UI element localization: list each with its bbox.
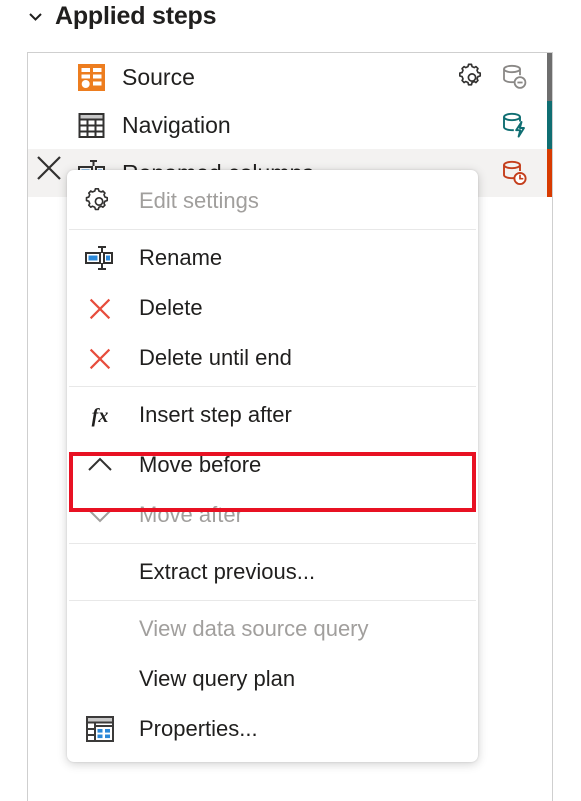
menu-item-label: Rename: [139, 245, 223, 270]
step-row-navigation[interactable]: Navigation: [28, 101, 552, 149]
svg-text:fx: fx: [92, 405, 109, 427]
database-minus-icon: [499, 62, 529, 92]
fx-icon: fx: [83, 398, 117, 432]
menu-separator: [69, 386, 476, 387]
menu-item-label: Properties...: [139, 716, 258, 741]
step-row-source[interactable]: Source: [28, 53, 552, 101]
menu-item-label: Extract previous...: [139, 559, 316, 584]
menu-item-move-before[interactable]: Move before: [67, 440, 478, 490]
menu-item-view-data-source-query[interactable]: View data source query: [67, 604, 478, 654]
menu-item-insert-step-after[interactable]: fx Insert step after: [67, 390, 478, 440]
chevron-down-icon[interactable]: [27, 8, 44, 25]
step-context-menu: Edit settings Rename Delete Delete until…: [67, 170, 478, 762]
menu-separator: [69, 229, 476, 230]
gear-icon[interactable]: [457, 62, 487, 92]
database-lightning-icon: [499, 110, 529, 140]
properties-icon: [83, 712, 117, 746]
menu-item-delete-until-end[interactable]: Delete until end: [67, 333, 478, 383]
menu-item-delete[interactable]: Delete: [67, 283, 478, 333]
menu-item-label: Delete until end: [139, 345, 292, 370]
no-icon: [83, 555, 117, 589]
menu-item-properties[interactable]: Properties...: [67, 704, 478, 754]
menu-item-label: Move after: [139, 502, 243, 527]
source-orange-icon: [76, 62, 107, 93]
menu-item-edit-settings[interactable]: Edit settings: [67, 176, 478, 226]
menu-item-view-query-plan[interactable]: View query plan: [67, 654, 478, 704]
applied-steps-section-header[interactable]: Applied steps: [27, 2, 217, 30]
page-title: Applied steps: [55, 2, 217, 30]
database-clock-icon: [499, 158, 529, 188]
no-icon: [83, 612, 117, 646]
chevron-down-icon: [83, 498, 117, 532]
step-row-actions: [457, 53, 552, 101]
menu-item-label: Move before: [139, 452, 262, 477]
menu-item-extract-previous[interactable]: Extract previous...: [67, 547, 478, 597]
menu-item-label: View data source query: [139, 616, 369, 641]
step-row-actions: [499, 149, 552, 197]
step-status-bar: [547, 149, 552, 197]
menu-item-label: Insert step after: [139, 402, 292, 427]
menu-separator: [69, 543, 476, 544]
table-grid-icon: [76, 110, 107, 141]
step-label: Source: [122, 63, 195, 90]
red-x-icon: [83, 291, 117, 325]
no-icon: [83, 662, 117, 696]
gear-icon: [83, 184, 117, 218]
menu-item-label: Edit settings: [139, 188, 259, 213]
menu-separator: [69, 600, 476, 601]
step-row-actions: [499, 101, 552, 149]
menu-item-rename[interactable]: Rename: [67, 233, 478, 283]
rename-icon: [83, 241, 117, 275]
close-x-icon[interactable]: [35, 154, 63, 182]
menu-item-move-after[interactable]: Move after: [67, 490, 478, 540]
red-x-icon: [83, 341, 117, 375]
step-status-bar: [547, 53, 552, 101]
step-status-bar: [547, 101, 552, 149]
chevron-up-icon: [83, 448, 117, 482]
menu-item-label: View query plan: [139, 666, 296, 691]
step-label: Navigation: [122, 111, 231, 138]
menu-item-label: Delete: [139, 295, 203, 320]
